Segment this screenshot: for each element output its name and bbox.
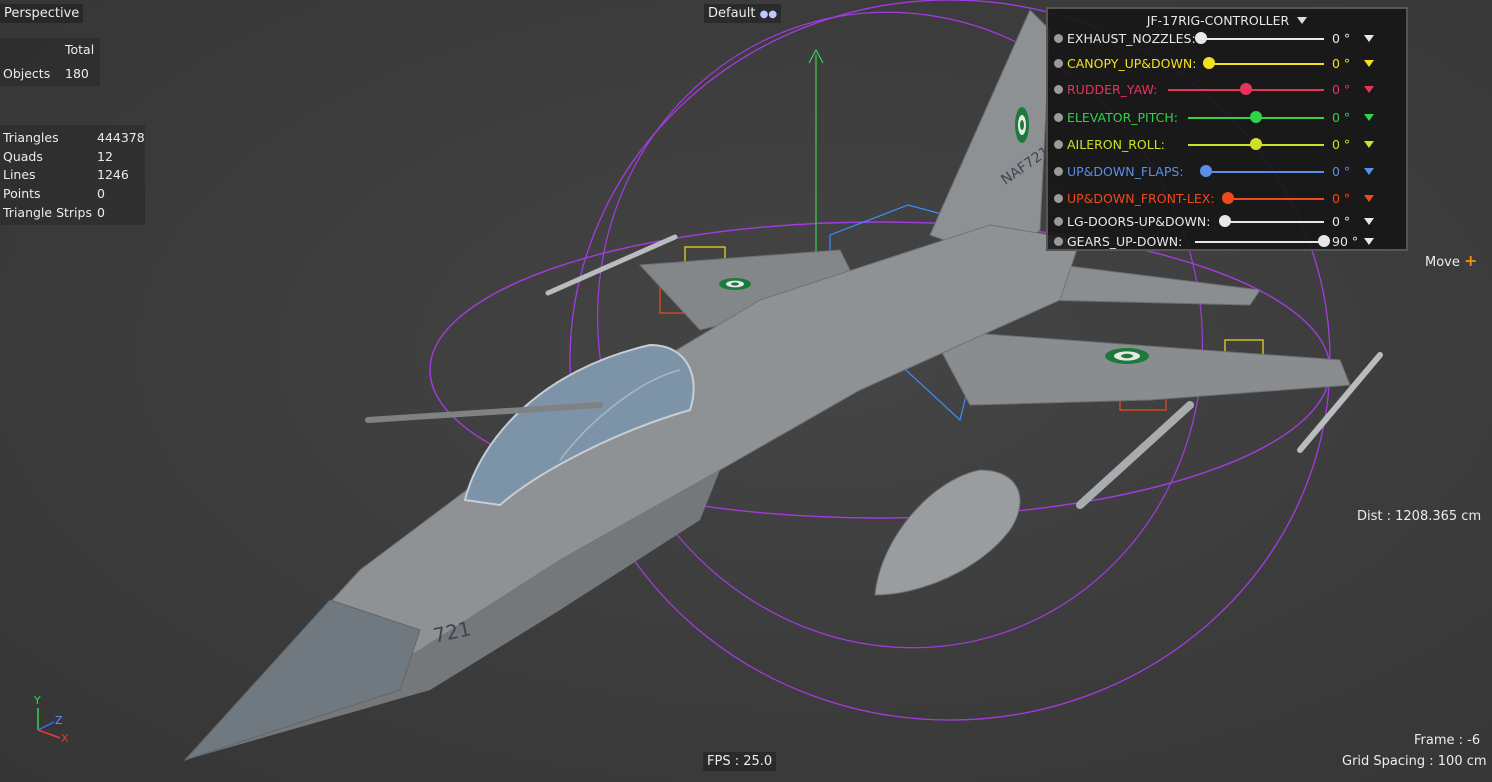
camera-icon: ●● [759, 9, 778, 20]
controller-row-value[interactable]: 0 ° [1332, 82, 1350, 97]
controller-row[interactable]: AILERON_ROLL: 0 ° [1048, 135, 1406, 155]
row-dot-icon[interactable] [1054, 113, 1063, 122]
dropdown-triangle-icon[interactable] [1364, 168, 1374, 175]
dropdown-triangle-icon[interactable] [1364, 195, 1374, 202]
3d-viewport[interactable]: NAF721 721 Perspective Default ●● Total … [0, 0, 1492, 782]
row-dot-icon[interactable] [1054, 34, 1063, 43]
controller-row[interactable]: CANOPY_UP&DOWN: 0 ° [1048, 54, 1406, 74]
stats-lines-value: 1246 [97, 167, 129, 182]
dropdown-triangle-icon[interactable] [1364, 238, 1374, 245]
axis-x-label: X [61, 732, 69, 745]
controller-row[interactable]: UP&DOWN_FRONT-LEX: 0 ° [1048, 189, 1406, 209]
controller-row-label: UP&DOWN_FLAPS: [1067, 164, 1184, 179]
rig-controller-title-bar[interactable]: JF-17RIG-CONTROLLER [1048, 13, 1406, 28]
stats-lines-label: Lines [3, 167, 36, 182]
controller-row[interactable]: ELEVATOR_PITCH: 0 ° [1048, 108, 1406, 128]
controller-row-label: ELEVATOR_PITCH: [1067, 110, 1178, 125]
controller-row-value[interactable]: 0 ° [1332, 31, 1350, 46]
controller-row-value[interactable]: 90 ° [1332, 234, 1358, 249]
controller-row-value[interactable]: 0 ° [1332, 137, 1350, 152]
dropdown-triangle-icon[interactable] [1364, 60, 1374, 67]
controller-row-label: RUDDER_YAW: [1067, 82, 1158, 97]
stats-total-header: Total [65, 42, 95, 57]
dropdown-triangle-icon[interactable] [1297, 17, 1308, 24]
grid-spacing-readout: Grid Spacing : 100 cm [1342, 754, 1487, 769]
controller-slider-track[interactable] [1206, 171, 1324, 173]
controller-row-label: LG-DOORS-UP&DOWN: [1067, 214, 1211, 229]
controller-slider-knob[interactable] [1250, 111, 1262, 123]
controller-slider-track[interactable] [1209, 63, 1324, 65]
controller-row[interactable]: LG-DOORS-UP&DOWN: 0 ° [1048, 212, 1406, 232]
row-dot-icon[interactable] [1054, 85, 1063, 94]
controller-row[interactable]: EXHAUST_NOZZLES: 0 ° [1048, 29, 1406, 49]
dropdown-triangle-icon[interactable] [1364, 218, 1374, 225]
rig-controller-panel[interactable]: JF-17RIG-CONTROLLER EXHAUST_NOZZLES: 0 ° C… [1046, 7, 1408, 251]
row-dot-icon[interactable] [1054, 194, 1063, 203]
controller-slider-knob[interactable] [1240, 83, 1252, 95]
rig-controller-title: JF-17RIG-CONTROLLER [1146, 13, 1290, 28]
move-label: Move [1425, 255, 1460, 270]
controller-row[interactable]: GEARS_UP-DOWN: 90 ° [1048, 232, 1406, 252]
controller-row[interactable]: RUDDER_YAW: 0 ° [1048, 80, 1406, 100]
axis-y-label: Y [34, 694, 41, 707]
row-dot-icon[interactable] [1054, 237, 1063, 246]
controller-slider-track[interactable] [1195, 241, 1324, 243]
dropdown-triangle-icon[interactable] [1364, 86, 1374, 93]
stats-objects-label: Objects [3, 66, 51, 81]
camera-label: Default [708, 6, 756, 21]
controller-slider-track[interactable] [1225, 221, 1324, 223]
controller-slider-knob[interactable] [1222, 192, 1234, 204]
controller-slider-knob[interactable] [1318, 235, 1330, 247]
viewport-name[interactable]: Perspective [0, 4, 84, 23]
dropdown-triangle-icon[interactable] [1364, 114, 1374, 121]
stats-strips-label: Triangle Strips [3, 205, 92, 220]
controller-slider-knob[interactable] [1219, 215, 1231, 227]
stats-points-label: Points [3, 186, 41, 201]
controller-slider-knob[interactable] [1250, 138, 1262, 150]
row-dot-icon[interactable] [1054, 59, 1063, 68]
dropdown-triangle-icon[interactable] [1364, 35, 1374, 42]
stats-objects-value: 180 [65, 66, 89, 81]
controller-slider-knob[interactable] [1200, 165, 1212, 177]
stats-quads-value: 12 [97, 149, 113, 164]
stats-triangles-label: Triangles [3, 130, 59, 145]
stats-triangles-value: 444378 [97, 130, 145, 145]
dropdown-triangle-icon[interactable] [1364, 141, 1374, 148]
row-dot-icon[interactable] [1054, 140, 1063, 149]
controller-slider-knob[interactable] [1203, 57, 1215, 69]
controller-row-value[interactable]: 0 ° [1332, 110, 1350, 125]
camera-selector[interactable]: Default ●● [704, 4, 782, 23]
controller-slider-track[interactable] [1228, 198, 1324, 200]
distance-readout: Dist : 1208.365 cm [1357, 509, 1482, 524]
row-dot-icon[interactable] [1054, 217, 1063, 226]
controller-row-value[interactable]: 0 ° [1332, 191, 1350, 206]
controller-row-label: EXHAUST_NOZZLES: [1067, 31, 1196, 46]
controller-slider-track[interactable] [1201, 38, 1324, 40]
stats-quads-label: Quads [3, 149, 43, 164]
frame-readout: Frame : -6 [1414, 733, 1481, 748]
controller-row-label: GEARS_UP-DOWN: [1067, 234, 1183, 249]
axis-gizmo: Y Z X [30, 694, 80, 746]
stats-points-value: 0 [97, 186, 105, 201]
controller-row-label: UP&DOWN_FRONT-LEX: [1067, 191, 1215, 206]
controller-row-value[interactable]: 0 ° [1332, 164, 1350, 179]
controller-row-value[interactable]: 0 ° [1332, 56, 1350, 71]
stats-strips-value: 0 [97, 205, 105, 220]
controller-row[interactable]: UP&DOWN_FLAPS: 0 ° [1048, 162, 1406, 182]
row-dot-icon[interactable] [1054, 167, 1063, 176]
controller-row-label: CANOPY_UP&DOWN: [1067, 56, 1197, 71]
axis-z-label: Z [55, 714, 63, 727]
move-tool[interactable]: Move + [1425, 251, 1477, 270]
controller-slider-knob[interactable] [1195, 32, 1207, 44]
fps-readout: FPS : 25.0 [703, 752, 777, 771]
move-plus-icon: + [1464, 251, 1478, 270]
controller-row-label: AILERON_ROLL: [1067, 137, 1165, 152]
controller-row-value[interactable]: 0 ° [1332, 214, 1350, 229]
